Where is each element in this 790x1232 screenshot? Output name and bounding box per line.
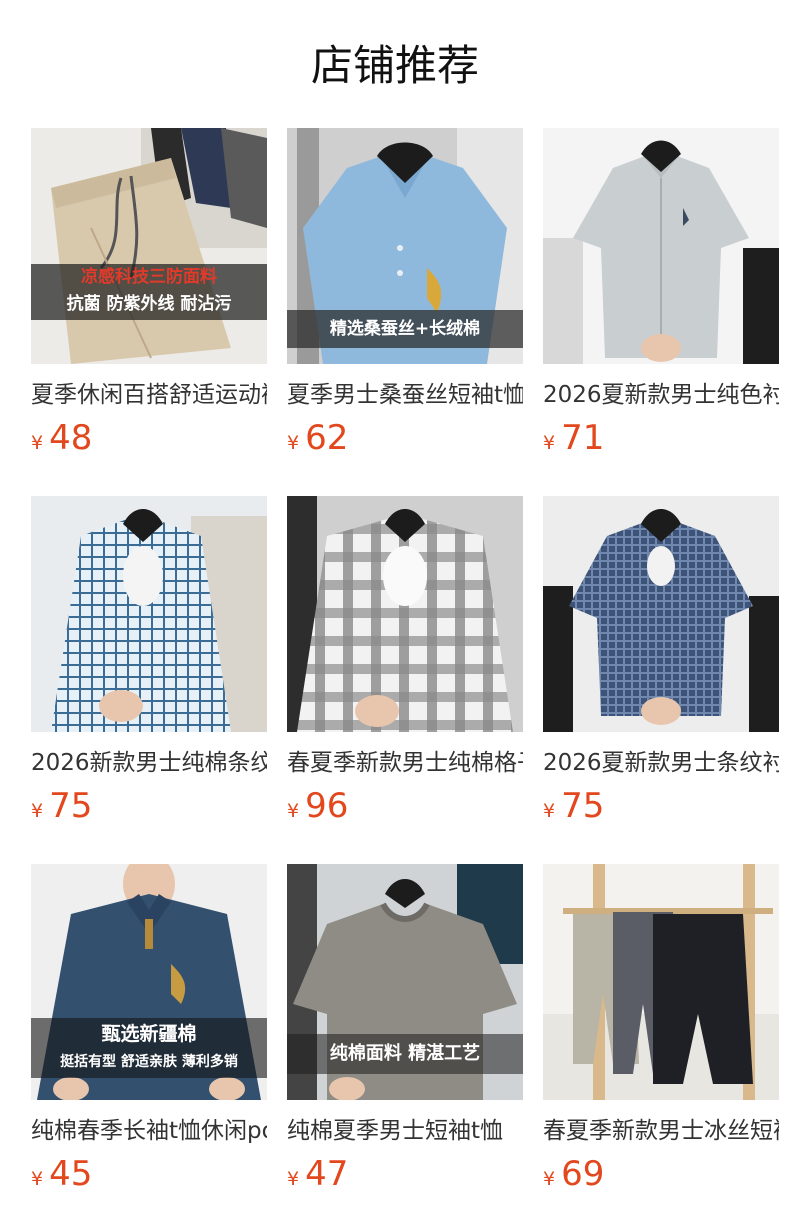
product-image[interactable] (287, 496, 523, 732)
product-price: ¥69 (543, 1152, 604, 1196)
currency-symbol: ¥ (31, 1168, 44, 1190)
page-title: 店铺推荐 (310, 41, 479, 90)
product-price: ¥71 (543, 416, 604, 460)
price-value: 45 (49, 1154, 93, 1194)
product-name[interactable]: 夏季休闲百搭舒适运动裤 (31, 378, 267, 412)
product-price: ¥45 (31, 1152, 92, 1196)
product-image[interactable]: 甄选新疆棉 挺括有型 舒适亲肤 薄利多销 (31, 864, 267, 1100)
overlay-line: 纯棉面料 精湛工艺 (329, 1043, 481, 1064)
price-value: 75 (561, 786, 605, 826)
overlay-line: 抗菌 防紫外线 耐沾污 (66, 294, 232, 314)
product-image[interactable]: 纯棉面料 精湛工艺 (287, 864, 523, 1100)
image-overlay-banner: 纯棉面料 精湛工艺 (287, 1034, 523, 1074)
product-image[interactable] (31, 496, 267, 732)
overlay-line: 挺括有型 舒适亲肤 薄利多销 (60, 1054, 238, 1070)
product-image[interactable] (543, 496, 779, 732)
price-value: 47 (305, 1154, 349, 1194)
currency-symbol: ¥ (543, 800, 556, 822)
product-name[interactable]: 2026新款男士纯棉条纹衬衫 (31, 746, 267, 780)
image-overlay-banner: 精选桑蚕丝+长绒棉 (287, 310, 523, 348)
product-image[interactable] (543, 128, 779, 364)
currency-symbol: ¥ (287, 1168, 300, 1190)
currency-symbol: ¥ (287, 800, 300, 822)
price-value: 48 (49, 418, 93, 458)
product-price: ¥47 (287, 1152, 348, 1196)
image-overlay-banner: 凉感科技三防面料 抗菌 防紫外线 耐沾污 (31, 264, 267, 320)
overlay-line: 精选桑蚕丝+长绒棉 (329, 319, 481, 339)
currency-symbol: ¥ (31, 800, 44, 822)
product-name[interactable]: 2026夏新款男士条纹衬衫 (543, 746, 779, 780)
product-price: ¥96 (287, 784, 348, 828)
price-value: 71 (561, 418, 605, 458)
product-name[interactable]: 春夏季新款男士纯棉格子衬衫 (287, 746, 523, 780)
product-name[interactable]: 2026夏新款男士纯色衬衫 (543, 378, 779, 412)
product-image[interactable] (543, 864, 779, 1100)
overlay-line: 甄选新疆棉 (101, 1023, 197, 1045)
currency-symbol: ¥ (287, 432, 300, 454)
price-value: 96 (305, 786, 349, 826)
currency-symbol: ¥ (31, 432, 44, 454)
product-price: ¥75 (31, 784, 92, 828)
product-image[interactable]: 凉感科技三防面料 抗菌 防紫外线 耐沾污 (31, 128, 267, 364)
overlay-line: 凉感科技三防面料 (81, 267, 217, 287)
image-overlay-banner: 甄选新疆棉 挺括有型 舒适亲肤 薄利多销 (31, 1018, 267, 1078)
product-name[interactable]: 夏季男士桑蚕丝短袖t恤 (287, 378, 523, 412)
price-value: 62 (305, 418, 349, 458)
currency-symbol: ¥ (543, 1168, 556, 1190)
product-price: ¥62 (287, 416, 348, 460)
product-price: ¥48 (31, 416, 92, 460)
product-name[interactable]: 纯棉夏季男士短袖t恤 (287, 1114, 523, 1148)
price-value: 75 (49, 786, 93, 826)
product-name[interactable]: 纯棉春季长袖t恤休闲polo衫 (31, 1114, 267, 1148)
price-value: 69 (561, 1154, 605, 1194)
currency-symbol: ¥ (543, 432, 556, 454)
product-name[interactable]: 春夏季新款男士冰丝短裤 (543, 1114, 779, 1148)
product-image[interactable]: 精选桑蚕丝+长绒棉 (287, 128, 523, 364)
product-price: ¥75 (543, 784, 604, 828)
